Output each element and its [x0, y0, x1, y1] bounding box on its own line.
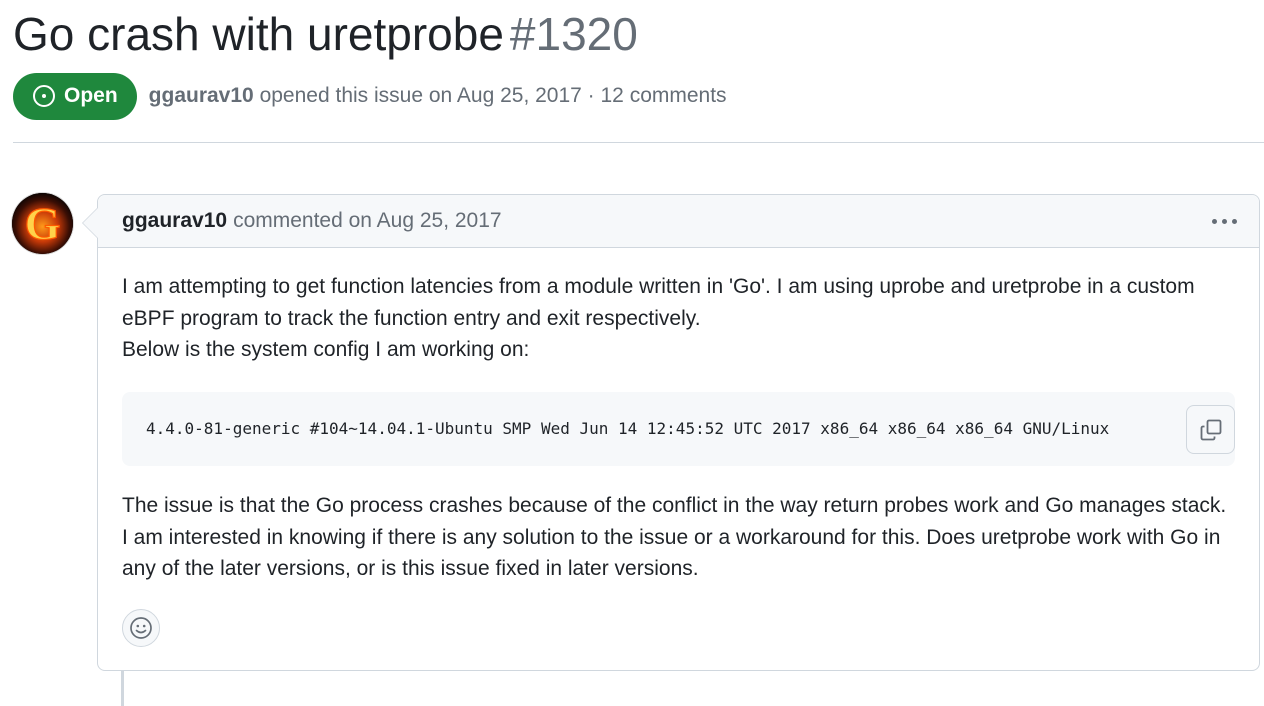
state-badge: Open — [13, 72, 137, 120]
add-reaction-button[interactable] — [122, 609, 160, 647]
comment-action[interactable]: commented on Aug 25, 2017 — [233, 209, 502, 233]
paragraph-line: eBPF program to track the function entry… — [122, 306, 701, 330]
issue-meta-text: ggaurav10 opened this issue on Aug 25, 2… — [149, 84, 727, 108]
paragraph-line: I am interested in knowing if there is a… — [122, 525, 1221, 549]
comment-paragraph-1: I am attempting to get function latencie… — [122, 271, 1235, 366]
kebab-horizontal-icon — [1211, 218, 1217, 224]
avatar[interactable]: G — [12, 193, 73, 254]
comment-options-button[interactable] — [1207, 205, 1241, 237]
paragraph-line: The issue is that the Go process crashes… — [122, 494, 1227, 517]
issue-title-text: Go crash with uretprobe — [13, 8, 504, 60]
issue-meta: Open ggaurav10 opened this issue on Aug … — [13, 72, 727, 120]
avatar-image: G — [12, 193, 73, 254]
timeline-connector — [121, 671, 124, 706]
issue-author-link[interactable]: ggaurav10 — [149, 84, 254, 107]
kebab-dot — [1221, 218, 1227, 224]
issue-opened-icon — [33, 85, 55, 107]
smiley-icon — [130, 617, 152, 639]
comment-box: ggaurav10 commented on Aug 25, 2017 I am… — [82, 194, 1260, 671]
comment-header: ggaurav10 commented on Aug 25, 2017 — [98, 195, 1259, 248]
paragraph-line: any of the later versions, or is this is… — [122, 557, 699, 580]
paragraph-line: Below is the system config I am working … — [122, 338, 530, 361]
header-divider — [13, 142, 1264, 143]
issue-number: #1320 — [509, 8, 638, 60]
comment-author-link[interactable]: ggaurav10 — [122, 209, 227, 233]
copy-button[interactable] — [1186, 405, 1235, 454]
code-block: 4.4.0-81-generic #104~14.04.1-Ubuntu SMP… — [122, 392, 1235, 466]
issue-title: Go crash with uretprobe #1320 — [13, 4, 638, 64]
avatar-letter: G — [25, 198, 61, 249]
state-label: Open — [64, 84, 118, 107]
paragraph-line: I am attempting to get function latencie… — [122, 275, 1195, 298]
copy-icon — [1200, 419, 1221, 440]
issue-meta-suffix: opened this issue on Aug 25, 2017 · 12 c… — [259, 84, 727, 107]
code-text: 4.4.0-81-generic #104~14.04.1-Ubuntu SMP… — [146, 419, 1110, 438]
kebab-dot — [1231, 218, 1237, 224]
comment-body: I am attempting to get function latencie… — [122, 271, 1235, 580]
comment-pointer-fill — [83, 208, 98, 238]
comment-paragraph-2: The issue is that the Go process crashes… — [122, 490, 1235, 585]
